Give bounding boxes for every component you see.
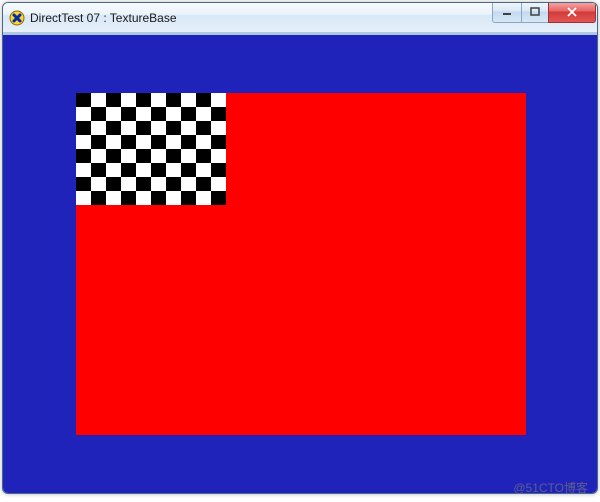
checker-cell <box>151 163 166 177</box>
checker-cell <box>121 163 136 177</box>
checker-cell <box>166 191 181 205</box>
checker-cell <box>151 107 166 121</box>
checker-cell <box>121 107 136 121</box>
checker-cell <box>91 93 106 107</box>
checker-cell <box>151 93 166 107</box>
checker-cell <box>166 135 181 149</box>
checker-cell <box>106 93 121 107</box>
checker-cell <box>136 107 151 121</box>
checker-cell <box>181 191 196 205</box>
maximize-button[interactable] <box>521 3 549 23</box>
watermark-text: @51CTO博客 <box>513 479 588 496</box>
checker-cell <box>91 107 106 121</box>
checker-cell <box>121 121 136 135</box>
checker-cell <box>121 93 136 107</box>
checker-cell <box>181 163 196 177</box>
checker-cell <box>196 177 211 191</box>
checker-cell <box>166 107 181 121</box>
checker-cell <box>136 163 151 177</box>
checker-cell <box>106 135 121 149</box>
checker-cell <box>106 121 121 135</box>
checker-cell <box>121 177 136 191</box>
checker-cell <box>76 135 91 149</box>
render-quad <box>76 93 526 435</box>
checker-cell <box>121 191 136 205</box>
checker-cell <box>166 163 181 177</box>
checker-cell <box>211 191 226 205</box>
checker-cell <box>91 121 106 135</box>
checker-cell <box>151 177 166 191</box>
checker-cell <box>196 135 211 149</box>
checker-cell <box>196 191 211 205</box>
checker-cell <box>181 93 196 107</box>
checker-cell <box>196 107 211 121</box>
checker-cell <box>181 149 196 163</box>
checker-cell <box>151 135 166 149</box>
checker-cell <box>181 135 196 149</box>
checker-cell <box>151 149 166 163</box>
checker-cell <box>181 177 196 191</box>
checker-cell <box>76 149 91 163</box>
checker-cell <box>76 107 91 121</box>
checker-cell <box>166 177 181 191</box>
checker-cell <box>211 149 226 163</box>
checker-cell <box>106 163 121 177</box>
checker-cell <box>211 177 226 191</box>
maximize-icon <box>530 7 540 17</box>
checker-cell <box>211 135 226 149</box>
checker-cell <box>196 149 211 163</box>
window-frame: DirectTest 07 : TextureBase <box>2 2 598 494</box>
checker-cell <box>91 191 106 205</box>
close-icon <box>566 7 578 17</box>
checker-cell <box>181 121 196 135</box>
checker-cell <box>196 121 211 135</box>
window-title: DirectTest 07 : TextureBase <box>30 3 493 33</box>
checker-texture <box>76 93 226 205</box>
checker-cell <box>91 163 106 177</box>
checker-cell <box>91 177 106 191</box>
app-icon <box>9 10 25 26</box>
checker-cell <box>181 107 196 121</box>
titlebar[interactable]: DirectTest 07 : TextureBase <box>3 3 597 33</box>
checker-cell <box>211 121 226 135</box>
checker-cell <box>121 135 136 149</box>
checker-cell <box>136 149 151 163</box>
checker-cell <box>106 191 121 205</box>
checker-cell <box>151 121 166 135</box>
checker-cell <box>76 121 91 135</box>
minimize-button[interactable] <box>492 3 522 23</box>
checker-cell <box>76 177 91 191</box>
checker-cell <box>196 163 211 177</box>
checker-cell <box>136 135 151 149</box>
checker-cell <box>166 121 181 135</box>
checker-cell <box>136 121 151 135</box>
checker-cell <box>211 107 226 121</box>
checker-cell <box>196 93 211 107</box>
checker-cell <box>76 163 91 177</box>
checker-cell <box>106 177 121 191</box>
checker-cell <box>211 93 226 107</box>
client-area <box>3 33 597 493</box>
checker-cell <box>166 149 181 163</box>
checker-cell <box>121 149 136 163</box>
checker-cell <box>76 93 91 107</box>
checker-cell <box>166 93 181 107</box>
checker-cell <box>136 191 151 205</box>
checker-cell <box>76 191 91 205</box>
checker-cell <box>136 93 151 107</box>
checker-cell <box>136 177 151 191</box>
checker-cell <box>106 149 121 163</box>
checker-cell <box>91 149 106 163</box>
checker-cell <box>151 191 166 205</box>
checker-cell <box>211 163 226 177</box>
checker-cell <box>91 135 106 149</box>
minimize-icon <box>502 7 512 17</box>
checker-cell <box>106 107 121 121</box>
close-button[interactable] <box>548 3 596 23</box>
window-controls <box>493 3 596 23</box>
